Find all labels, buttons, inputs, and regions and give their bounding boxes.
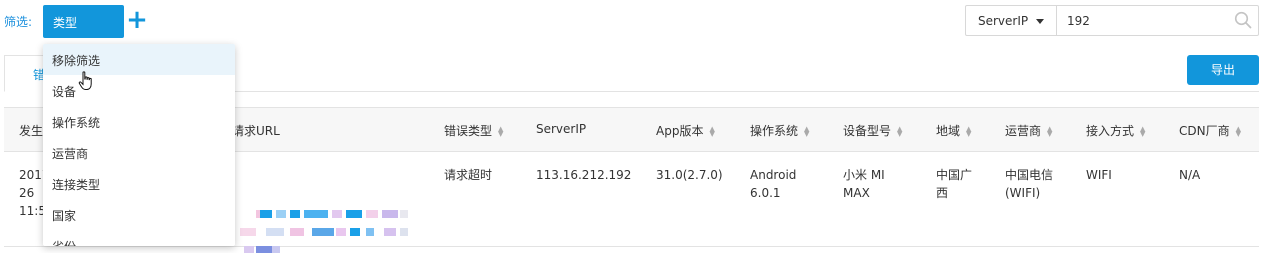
cell-line: Android bbox=[750, 168, 797, 182]
search-input[interactable]: 192 bbox=[1056, 5, 1259, 36]
cell-line: MAX bbox=[843, 186, 870, 200]
sort-icon: ▲ ▼ bbox=[498, 124, 504, 138]
col-label: 运营商 bbox=[1005, 124, 1042, 138]
menu-item-remove-filter[interactable]: 移除筛选 bbox=[43, 44, 235, 75]
sort-icon: ▲ ▼ bbox=[1140, 124, 1146, 138]
cell-cdn: N/A bbox=[1179, 168, 1201, 182]
col-error-type[interactable]: 错误类型 ▲ ▼ bbox=[444, 122, 503, 139]
sort-icon: ▲ ▼ bbox=[897, 124, 903, 138]
search-field-label: ServerIP bbox=[978, 14, 1029, 28]
sort-icon: ▲ ▼ bbox=[804, 124, 810, 138]
cell-region: 中国广 西 bbox=[936, 166, 972, 202]
menu-item-country[interactable]: 国家 bbox=[43, 199, 235, 230]
menu-item-province[interactable]: 省份 bbox=[43, 230, 235, 246]
col-label: 地域 bbox=[936, 124, 961, 138]
filter-label: 筛选: bbox=[4, 15, 33, 29]
col-access[interactable]: 接入方式 ▲ ▼ bbox=[1086, 122, 1145, 139]
menu-item-connection-type[interactable]: 连接类型 bbox=[43, 168, 235, 199]
caret-down-icon bbox=[1036, 19, 1044, 24]
cell-line: 西 bbox=[936, 186, 949, 200]
col-label: App版本 bbox=[656, 124, 704, 138]
col-server-ip[interactable]: ServerIP bbox=[536, 122, 586, 136]
cell-carrier: 中国电信 (WIFI) bbox=[1005, 166, 1053, 202]
col-label: CDN厂商 bbox=[1179, 124, 1230, 138]
col-time[interactable]: 发生 bbox=[19, 122, 43, 139]
sort-icon: ▲ ▼ bbox=[1047, 124, 1053, 138]
cell-os: Android 6.0.1 bbox=[750, 166, 796, 202]
filter-dropdown-menu: 移除筛选 设备 操作系统 运营商 连接类型 国家 省份 bbox=[43, 44, 235, 246]
menu-item-os[interactable]: 操作系统 bbox=[43, 106, 235, 137]
cell-line: 6.0.1 bbox=[750, 186, 781, 200]
filter-type-button[interactable]: 类型 bbox=[43, 5, 124, 38]
cell-line: (WIFI) bbox=[1005, 186, 1041, 200]
col-label: 接入方式 bbox=[1086, 124, 1135, 138]
col-app-version[interactable]: App版本 ▲ ▼ bbox=[656, 122, 715, 139]
col-url[interactable]: 请求URL bbox=[232, 122, 280, 139]
sort-icon: ▲ ▼ bbox=[709, 124, 715, 138]
cell-line: 小米 MI bbox=[843, 168, 885, 182]
search-icon[interactable] bbox=[1234, 11, 1252, 29]
sort-icon: ▲ ▼ bbox=[1235, 124, 1241, 138]
cell-line: 中国电信 bbox=[1005, 168, 1054, 182]
cell-access: WIFI bbox=[1086, 168, 1112, 182]
col-region[interactable]: 地域 ▲ ▼ bbox=[936, 122, 971, 139]
hand-cursor-icon bbox=[78, 71, 92, 90]
plus-icon[interactable]: + bbox=[126, 7, 148, 34]
sort-icon: ▲ ▼ bbox=[966, 124, 972, 138]
cell-line: 中国广 bbox=[936, 168, 973, 182]
col-label: 操作系统 bbox=[750, 124, 799, 138]
cell-server-ip: 113.16.212.192 bbox=[536, 168, 632, 182]
search-field-select[interactable]: ServerIP bbox=[965, 5, 1057, 36]
col-os[interactable]: 操作系统 ▲ ▼ bbox=[750, 122, 809, 139]
cell-device: 小米 MI MAX bbox=[843, 166, 885, 202]
col-carrier[interactable]: 运营商 ▲ ▼ bbox=[1005, 122, 1052, 139]
col-device[interactable]: 设备型号 ▲ ▼ bbox=[843, 122, 902, 139]
col-label: 设备型号 bbox=[843, 124, 892, 138]
export-button[interactable]: 导出 bbox=[1187, 55, 1259, 85]
menu-item-device[interactable]: 设备 bbox=[43, 75, 235, 106]
menu-item-carrier[interactable]: 运营商 bbox=[43, 137, 235, 168]
cell-error-type: 请求超时 bbox=[444, 168, 493, 182]
col-cdn[interactable]: CDN厂商 ▲ ▼ bbox=[1179, 122, 1241, 139]
col-label: 错误类型 bbox=[444, 124, 493, 138]
cell-app-version: 31.0(2.7.0) bbox=[656, 168, 723, 182]
